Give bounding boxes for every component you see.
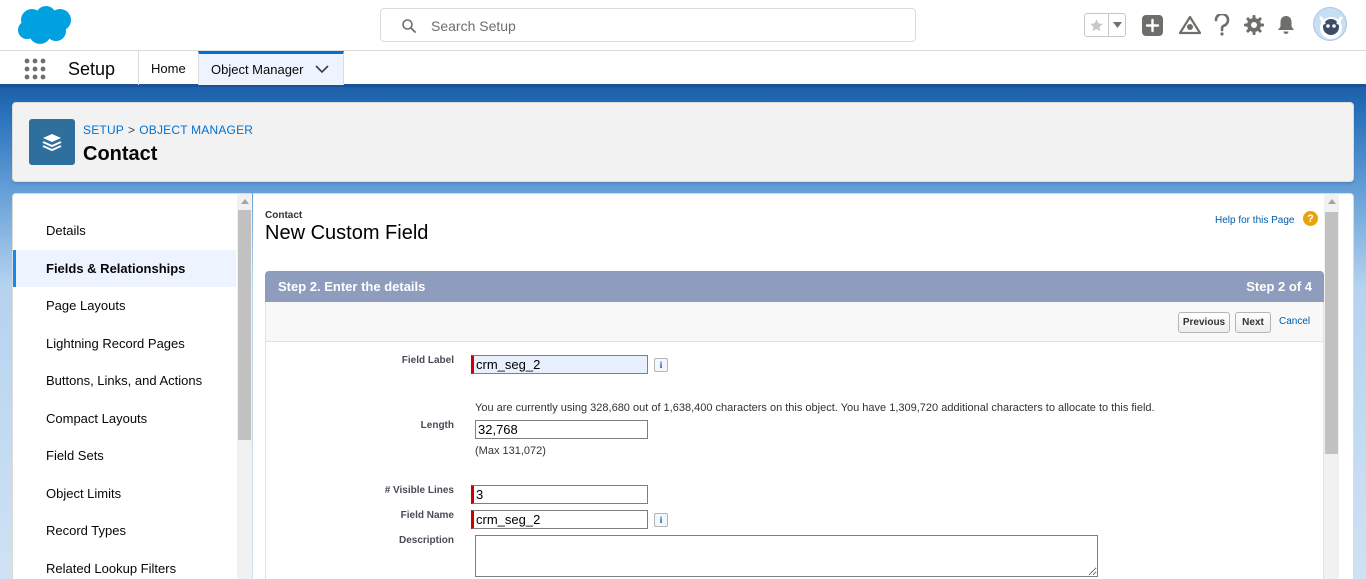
- sidebar-item-details[interactable]: Details: [13, 212, 236, 249]
- field-label-label: Field Label: [401, 355, 454, 366]
- global-actions-button[interactable]: [1141, 14, 1163, 36]
- trailhead-button[interactable]: [1179, 14, 1201, 36]
- app-launcher-icon[interactable]: [24, 58, 46, 80]
- sidebar-item-page-layouts[interactable]: Page Layouts: [13, 287, 236, 324]
- help-icon[interactable]: ?: [1303, 211, 1318, 226]
- favorite-star-icon: [1090, 18, 1103, 31]
- setup-button[interactable]: [1243, 14, 1265, 36]
- chevron-down-icon[interactable]: [315, 64, 329, 74]
- next-button[interactable]: Next: [1235, 312, 1271, 333]
- length-input[interactable]: [475, 420, 648, 439]
- scroll-up-arrow-icon[interactable]: [1328, 199, 1336, 204]
- sidebar-item-compact-layouts[interactable]: Compact Layouts: [13, 400, 236, 437]
- sidebar-item-lightning-record-pages[interactable]: Lightning Record Pages: [13, 325, 236, 362]
- search-box[interactable]: [380, 8, 916, 42]
- description-label: Description: [398, 535, 454, 546]
- help-button[interactable]: [1211, 14, 1233, 36]
- step-count: Step 2 of 4: [1246, 279, 1312, 294]
- cancel-link[interactable]: Cancel: [1279, 316, 1310, 327]
- favorite-star-button[interactable]: [1085, 14, 1109, 36]
- breadcrumb-separator: >: [128, 123, 136, 137]
- sidebar-item-record-types[interactable]: Record Types: [13, 512, 236, 549]
- scrollbar-thumb[interactable]: [1325, 212, 1338, 454]
- sidebar-item-related-lookup-filters[interactable]: Related Lookup Filters: [13, 550, 236, 579]
- main-content: Contact New Custom Field Help for this P…: [253, 193, 1354, 579]
- help-icon: [1214, 14, 1230, 36]
- page-header: SETUP > OBJECT MANAGER Contact: [12, 102, 1354, 182]
- field-name-input[interactable]: [471, 510, 648, 529]
- sidebar-item-object-limits[interactable]: Object Limits: [13, 475, 236, 512]
- layers-icon: [29, 119, 75, 165]
- global-header: [0, 0, 1366, 51]
- length-label: Length: [420, 420, 454, 431]
- breadcrumb-setup[interactable]: SETUP: [83, 123, 124, 137]
- app-name: Setup: [68, 59, 116, 79]
- trailhead-icon: [1179, 15, 1201, 35]
- sidebar-item-fields-relationships[interactable]: Fields & Relationships: [13, 250, 236, 287]
- favorites-group: [1084, 13, 1126, 37]
- gear-icon: [1244, 15, 1264, 35]
- step-title: Step 2. Enter the details: [278, 279, 426, 294]
- page-title: Contact: [83, 143, 158, 165]
- scrollbar-thumb[interactable]: [238, 210, 251, 440]
- tab-home[interactable]: Home: [138, 51, 199, 85]
- button-row: Previous Next Cancel: [265, 302, 1324, 342]
- sidebar-item-field-sets[interactable]: Field Sets: [13, 437, 236, 474]
- chevron-down-icon: [1112, 22, 1122, 28]
- breadcrumb-object-manager[interactable]: OBJECT MANAGER: [139, 123, 253, 137]
- help-link[interactable]: Help for this Page: [1215, 215, 1295, 226]
- breadcrumb: SETUP > OBJECT MANAGER: [83, 123, 253, 137]
- sidebar: Details Fields & Relationships Page Layo…: [12, 193, 252, 579]
- nav-bar: Setup Home Object Manager: [0, 51, 1366, 87]
- form-title: New Custom Field: [265, 222, 429, 244]
- description-textarea[interactable]: [475, 535, 1098, 577]
- add-icon: [1141, 14, 1163, 36]
- sidebar-item-buttons-links-actions[interactable]: Buttons, Links, and Actions: [13, 362, 236, 399]
- notifications-button[interactable]: [1275, 14, 1297, 36]
- visible-lines-input[interactable]: [471, 485, 648, 504]
- step-bar: Step 2. Enter the details Step 2 of 4: [265, 271, 1324, 302]
- salesforce-cloud-logo[interactable]: [16, 5, 74, 45]
- length-usage-note: You are currently using 328,680 out of 1…: [475, 402, 1155, 414]
- scroll-up-arrow-icon[interactable]: [241, 199, 249, 204]
- search-input[interactable]: [431, 15, 901, 37]
- info-icon[interactable]: i: [654, 513, 668, 527]
- tab-object-manager-label: Object Manager: [211, 62, 304, 77]
- avatar[interactable]: [1313, 7, 1347, 41]
- favorites-dropdown-button[interactable]: [1109, 14, 1125, 36]
- length-max-note: (Max 131,072): [475, 445, 546, 457]
- object-label: Contact: [265, 210, 303, 221]
- form-body: Field Label i You are currently using 32…: [265, 342, 1324, 579]
- tab-object-manager[interactable]: Object Manager: [198, 51, 344, 85]
- field-label-input[interactable]: [471, 355, 648, 374]
- info-icon[interactable]: i: [654, 358, 668, 372]
- sidebar-scrollbar[interactable]: [237, 194, 252, 579]
- field-name-label: Field Name: [400, 510, 454, 521]
- search-icon: [402, 19, 416, 33]
- previous-button[interactable]: Previous: [1178, 312, 1230, 333]
- visible-lines-label: # Visible Lines: [384, 485, 454, 496]
- bell-icon: [1278, 16, 1294, 34]
- astro-avatar-icon: [1319, 16, 1343, 39]
- main-scrollbar[interactable]: [1324, 194, 1339, 579]
